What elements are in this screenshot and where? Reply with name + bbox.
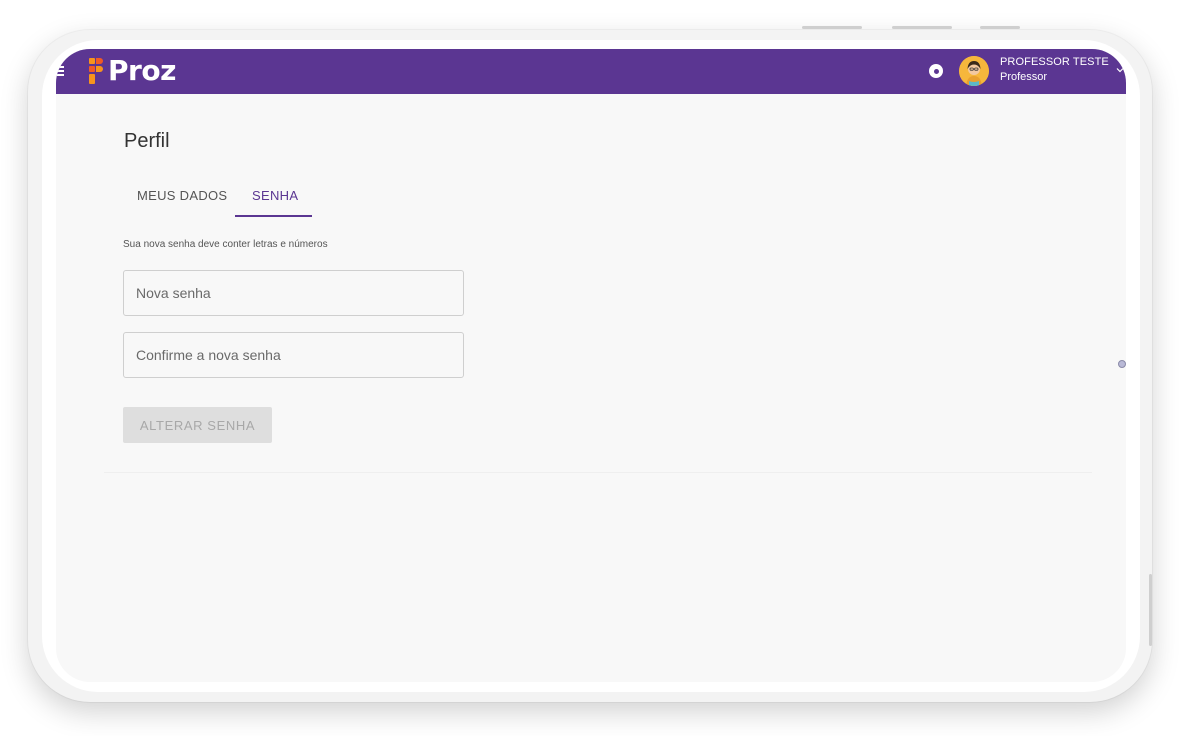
bell-icon[interactable] [929, 64, 943, 78]
chevron-down-icon[interactable] [1116, 66, 1124, 74]
hardware-button [980, 26, 1020, 29]
app-screen: Proz PROFESSOR TESTE Professor Perfil ME… [56, 49, 1126, 682]
confirm-password-input[interactable] [124, 333, 463, 377]
active-tab-indicator [235, 215, 312, 217]
content-divider [104, 472, 1092, 473]
camera-dot-icon [1118, 360, 1126, 368]
menu-icon[interactable] [56, 66, 64, 76]
proz-logo[interactable]: Proz [89, 53, 176, 89]
avatar[interactable] [959, 56, 989, 86]
confirm-password-field [123, 332, 464, 378]
change-password-button[interactable]: ALTERAR SENHA [123, 407, 272, 443]
hardware-button [892, 26, 952, 29]
user-name: PROFESSOR TESTE [1000, 56, 1109, 68]
tab-meus-dados[interactable]: MEUS DADOS [137, 188, 227, 203]
page-title: Perfil [124, 130, 170, 152]
tab-senha[interactable]: SENHA [252, 188, 298, 203]
password-hint: Sua nova senha deve conter letras e núme… [123, 239, 328, 250]
new-password-input[interactable] [124, 271, 463, 315]
top-navigation-bar: Proz PROFESSOR TESTE Professor [56, 49, 1126, 94]
user-role: Professor [1000, 71, 1048, 83]
logo-text: Proz [108, 54, 176, 87]
hardware-side-button [1149, 574, 1152, 646]
proz-logo-mark [89, 57, 104, 85]
hardware-button [802, 26, 862, 29]
user-info[interactable]: PROFESSOR TESTE Professor [1000, 56, 1109, 85]
new-password-field [123, 270, 464, 316]
